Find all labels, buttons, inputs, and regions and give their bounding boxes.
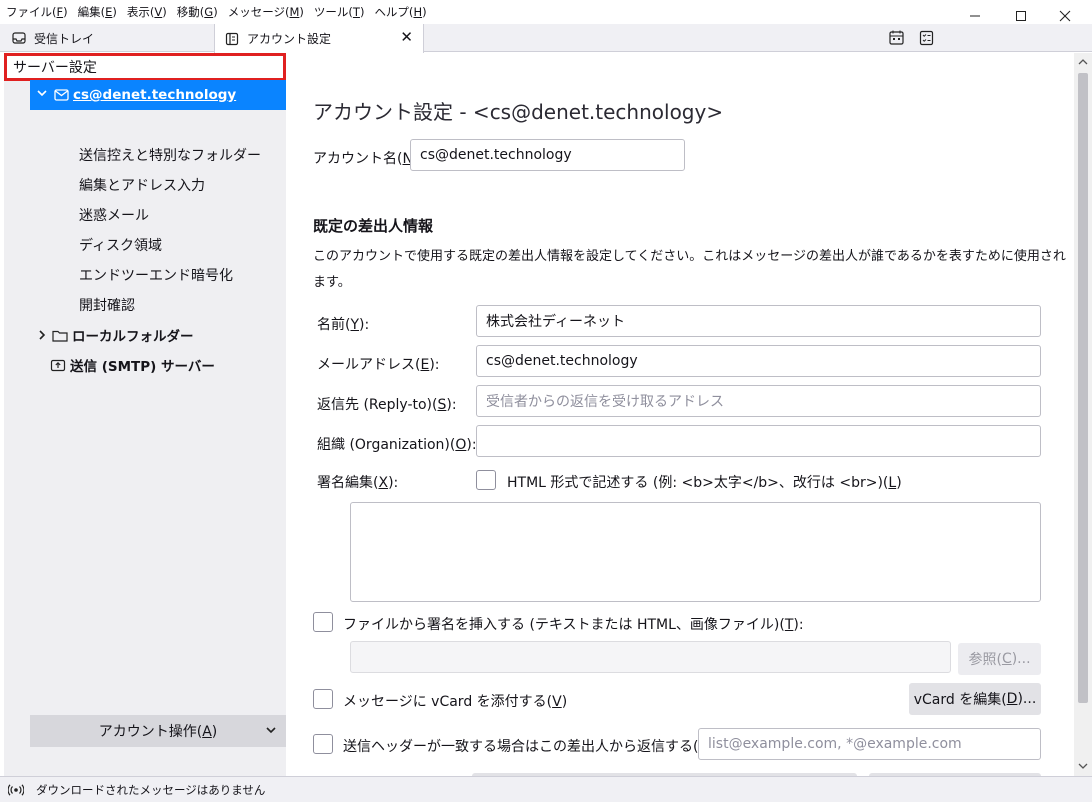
chevron-down-icon (266, 723, 276, 737)
html-signature-checkbox[interactable] (476, 470, 496, 490)
menu-bar: ファイル(F) 編集(E) 表示(V) 移動(G) メッセージ(M) ツール(T… (0, 0, 1092, 24)
account-actions-label: アカウント操作(A) (98, 724, 218, 740)
tree-item-junk[interactable]: 迷惑メール (79, 200, 149, 230)
menu-help[interactable]: ヘルプ(H) (374, 4, 426, 20)
tree-item-label: サーバー設定 (13, 60, 97, 76)
attach-vcard-checkbox[interactable] (313, 689, 333, 709)
calendar-icon[interactable] (888, 29, 906, 47)
replyto-input[interactable]: 受信者からの返信を受け取るアドレス (476, 385, 1041, 417)
account-tree-item[interactable]: cs@denet.technology (30, 80, 286, 110)
maximize-icon (1016, 11, 1026, 21)
page-title: アカウント設定 - <cs@denet.technology> (313, 100, 724, 124)
tasks-icon[interactable] (918, 29, 936, 47)
signature-label: 署名編集(X): (317, 475, 399, 491)
status-text: ダウンロードされたメッセージはありません (36, 782, 266, 797)
menu-go[interactable]: 移動(G) (177, 4, 218, 20)
browse-button[interactable]: 参照(C)... (958, 643, 1041, 675)
replyto-label: 返信先 (Reply-to)(S): (317, 397, 457, 413)
inbox-icon (12, 31, 26, 45)
tree-item-local-folders[interactable]: ローカルフォルダー (36, 320, 194, 350)
tab-account-settings[interactable]: アカウント設定 ✕ (214, 24, 424, 53)
attach-vcard-label: メッセージに vCard を添付する(V) (343, 694, 568, 710)
online-status-icon[interactable] (8, 783, 24, 796)
tree-item-label: ディスク領域 (79, 238, 163, 254)
tree-item-label: 開封確認 (79, 298, 135, 314)
tree-item-composition[interactable]: 編集とアドレス入力 (79, 170, 205, 200)
tree-item-label: 編集とアドレス入力 (79, 178, 205, 194)
tab-close-icon[interactable]: ✕ (400, 30, 413, 45)
signature-file-path-input[interactable] (350, 641, 951, 673)
name-label: 名前(Y): (317, 317, 370, 333)
tree-item-disk-space[interactable]: ディスク領域 (79, 230, 162, 260)
signature-textarea[interactable] (350, 502, 1041, 602)
tree-item-label: 迷惑メール (79, 208, 149, 224)
tree-item-e2e-encryption[interactable]: エンドツーエンド暗号化 (79, 260, 233, 290)
tree-item-label: ローカルフォルダー (72, 329, 194, 345)
reply-from-header-checkbox[interactable] (313, 734, 333, 754)
scroll-down-icon[interactable] (1074, 759, 1092, 773)
account-name-label: cs@denet.technology (73, 87, 237, 103)
section-title: 既定の差出人情報 (313, 217, 434, 235)
section-description-cont: ます。 (313, 275, 351, 290)
html-signature-label: HTML 形式で記述する (例: <b>太字</b>、改行は <br>)(L) (507, 475, 902, 491)
tab-account-label: アカウント設定 (247, 32, 332, 46)
tab-inbox-label: 受信トレイ (34, 31, 95, 46)
folder-icon (52, 329, 68, 342)
menu-edit[interactable]: 編集(E) (78, 4, 117, 20)
chevron-down-icon (36, 87, 52, 103)
signature-file-label: ファイルから署名を挿入する (テキストまたは HTML、画像ファイル)(T): (343, 617, 804, 633)
scrollbar-thumb[interactable] (1078, 73, 1088, 703)
email-input[interactable]: cs@denet.technology (476, 345, 1041, 377)
tree-item-label: エンドツーエンド暗号化 (79, 268, 233, 284)
reply-from-header-input[interactable]: list@example.com, *@example.com (698, 728, 1041, 760)
menu-message[interactable]: メッセージ(M) (228, 4, 304, 20)
account-settings-pane: アカウント設定 - <cs@denet.technology> アカウント名(N… (286, 53, 1074, 776)
signature-file-checkbox[interactable] (313, 612, 333, 632)
account-tree-sidebar: cs@denet.technology サーバー設定 送信控えと特別なフォルダー… (4, 53, 286, 776)
account-name-label: アカウント名(N): (313, 151, 423, 167)
tree-item-return-receipts[interactable]: 開封確認 (79, 290, 135, 320)
organization-input[interactable] (476, 425, 1041, 457)
account-actions-button[interactable]: アカウント操作(A) (30, 715, 286, 747)
minimize-icon (970, 15, 980, 17)
section-description: このアカウントで使用する既定の差出人情報を設定してください。これはメッセージの差… (313, 249, 1066, 264)
reply-from-header-label: 送信ヘッダーが一致する場合はこの差出人から返信する(D): (343, 739, 719, 755)
scroll-up-icon[interactable] (1074, 55, 1092, 69)
settings-page-icon (225, 32, 239, 46)
tree-item-label: 送信控えと特別なフォルダー (79, 148, 261, 164)
envelope-icon (54, 89, 69, 101)
menu-tools[interactable]: ツール(T) (314, 4, 365, 20)
edit-vcard-button[interactable]: vCard を編集(D)... (909, 683, 1041, 715)
status-bar: ダウンロードされたメッセージはありません (0, 776, 1092, 802)
tree-item-smtp-server[interactable]: 送信 (SMTP) サーバー (50, 350, 215, 380)
organization-label: 組織 (Organization)(O): (317, 437, 477, 453)
tab-inbox[interactable]: 受信トレイ (0, 24, 212, 52)
tree-item-server-settings[interactable]: サーバー設定 (4, 53, 286, 81)
menu-view[interactable]: 表示(V) (127, 4, 167, 20)
vertical-scrollbar[interactable] (1074, 53, 1092, 776)
name-input[interactable]: 株式会社ディーネット (476, 305, 1041, 337)
tree-item-copies-folders[interactable]: 送信控えと特別なフォルダー (79, 140, 261, 170)
email-label: メールアドレス(E): (317, 357, 440, 373)
menu-file[interactable]: ファイル(F) (6, 4, 68, 20)
chevron-right-icon (36, 329, 48, 341)
close-icon (1059, 10, 1071, 22)
account-name-input[interactable]: cs@denet.technology (410, 139, 685, 171)
outgoing-server-icon (50, 358, 66, 372)
tree-item-label: 送信 (SMTP) サーバー (70, 359, 215, 375)
